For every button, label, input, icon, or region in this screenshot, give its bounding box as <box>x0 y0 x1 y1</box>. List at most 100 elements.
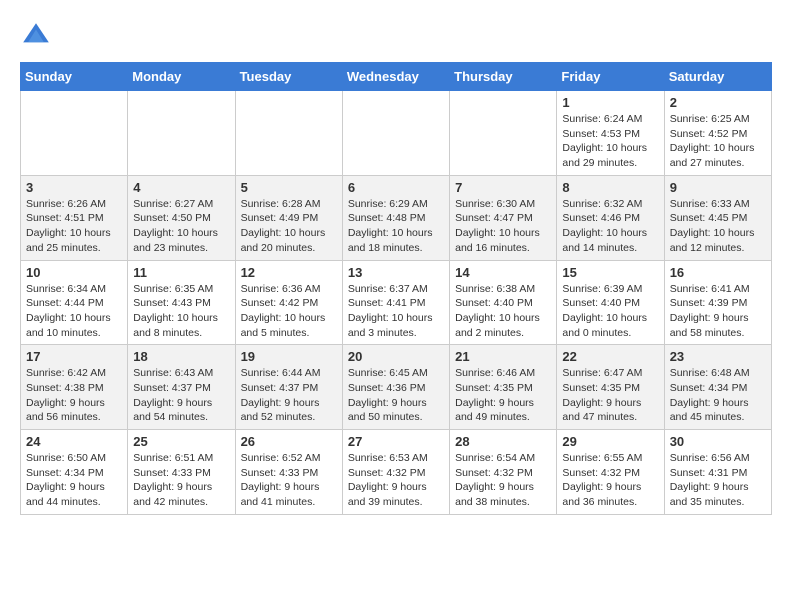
calendar-header-row: SundayMondayTuesdayWednesdayThursdayFrid… <box>21 63 772 91</box>
day-number: 4 <box>133 180 229 195</box>
day-number: 9 <box>670 180 766 195</box>
day-info: Sunrise: 6:50 AMSunset: 4:34 PMDaylight:… <box>26 451 122 510</box>
day-info: Sunrise: 6:34 AMSunset: 4:44 PMDaylight:… <box>26 282 122 341</box>
day-info: Sunrise: 6:47 AMSunset: 4:35 PMDaylight:… <box>562 366 658 425</box>
day-header-tuesday: Tuesday <box>235 63 342 91</box>
calendar-cell: 7 Sunrise: 6:30 AMSunset: 4:47 PMDaylight… <box>450 175 557 260</box>
calendar-week-5: 24 Sunrise: 6:50 AMSunset: 4:34 PMDayligh… <box>21 430 772 515</box>
logo <box>20 20 56 52</box>
day-header-sunday: Sunday <box>21 63 128 91</box>
day-info: Sunrise: 6:26 AMSunset: 4:51 PMDaylight:… <box>26 197 122 256</box>
day-info: Sunrise: 6:39 AMSunset: 4:40 PMDaylight:… <box>562 282 658 341</box>
day-number: 26 <box>241 434 337 449</box>
day-info: Sunrise: 6:43 AMSunset: 4:37 PMDaylight:… <box>133 366 229 425</box>
day-header-monday: Monday <box>128 63 235 91</box>
day-number: 12 <box>241 265 337 280</box>
day-number: 25 <box>133 434 229 449</box>
day-number: 22 <box>562 349 658 364</box>
day-header-thursday: Thursday <box>450 63 557 91</box>
day-number: 17 <box>26 349 122 364</box>
calendar-cell: 6 Sunrise: 6:29 AMSunset: 4:48 PMDaylight… <box>342 175 449 260</box>
day-number: 11 <box>133 265 229 280</box>
day-info: Sunrise: 6:42 AMSunset: 4:38 PMDaylight:… <box>26 366 122 425</box>
calendar-cell: 29Sunrise: 6:55 AMSunset: 4:32 PMDayligh… <box>557 430 664 515</box>
day-number: 28 <box>455 434 551 449</box>
calendar-cell: 12 Sunrise: 6:36 AMSunset: 4:42 PMDayligh… <box>235 260 342 345</box>
day-number: 3 <box>26 180 122 195</box>
day-number: 2 <box>670 95 766 110</box>
calendar-cell <box>342 91 449 176</box>
calendar-cell <box>235 91 342 176</box>
day-info: Sunrise: 6:36 AMSunset: 4:42 PMDaylight:… <box>241 282 337 341</box>
day-info: Sunrise: 6:30 AMSunset: 4:47 PMDaylight:… <box>455 197 551 256</box>
calendar-cell: 11 Sunrise: 6:35 AMSunset: 4:43 PMDayligh… <box>128 260 235 345</box>
calendar-table: SundayMondayTuesdayWednesdayThursdayFrid… <box>20 62 772 515</box>
calendar-cell: 26 Sunrise: 6:52 AMSunset: 4:33 PMDayligh… <box>235 430 342 515</box>
day-number: 13 <box>348 265 444 280</box>
day-number: 15 <box>562 265 658 280</box>
day-number: 24 <box>26 434 122 449</box>
calendar-cell <box>128 91 235 176</box>
calendar-week-1: 1Sunrise: 6:24 AMSunset: 4:53 PMDaylight… <box>21 91 772 176</box>
day-info: Sunrise: 6:51 AMSunset: 4:33 PMDaylight:… <box>133 451 229 510</box>
calendar-cell: 24 Sunrise: 6:50 AMSunset: 4:34 PMDayligh… <box>21 430 128 515</box>
day-info: Sunrise: 6:38 AMSunset: 4:40 PMDaylight:… <box>455 282 551 341</box>
day-number: 18 <box>133 349 229 364</box>
logo-icon <box>20 20 52 52</box>
day-number: 16 <box>670 265 766 280</box>
day-info: Sunrise: 6:33 AMSunset: 4:45 PMDaylight:… <box>670 197 766 256</box>
day-info: Sunrise: 6:48 AMSunset: 4:34 PMDaylight:… <box>670 366 766 425</box>
calendar-cell: 27Sunrise: 6:53 AMSunset: 4:32 PMDayligh… <box>342 430 449 515</box>
day-number: 19 <box>241 349 337 364</box>
day-info: Sunrise: 6:29 AMSunset: 4:48 PMDaylight:… <box>348 197 444 256</box>
calendar-cell: 2 Sunrise: 6:25 AMSunset: 4:52 PMDaylight… <box>664 91 771 176</box>
calendar-cell: 25 Sunrise: 6:51 AMSunset: 4:33 PMDayligh… <box>128 430 235 515</box>
day-info: Sunrise: 6:53 AMSunset: 4:32 PMDaylight:… <box>348 451 444 510</box>
day-number: 21 <box>455 349 551 364</box>
calendar-week-4: 17 Sunrise: 6:42 AMSunset: 4:38 PMDayligh… <box>21 345 772 430</box>
calendar-cell: 14 Sunrise: 6:38 AMSunset: 4:40 PMDayligh… <box>450 260 557 345</box>
day-number: 1 <box>562 95 658 110</box>
day-number: 14 <box>455 265 551 280</box>
calendar-cell <box>450 91 557 176</box>
calendar-cell: 20 Sunrise: 6:45 AMSunset: 4:36 PMDayligh… <box>342 345 449 430</box>
day-number: 23 <box>670 349 766 364</box>
calendar-cell: 3 Sunrise: 6:26 AMSunset: 4:51 PMDaylight… <box>21 175 128 260</box>
day-info: Sunrise: 6:46 AMSunset: 4:35 PMDaylight:… <box>455 366 551 425</box>
calendar-cell: 21 Sunrise: 6:46 AMSunset: 4:35 PMDayligh… <box>450 345 557 430</box>
day-number: 8 <box>562 180 658 195</box>
calendar-cell: 10 Sunrise: 6:34 AMSunset: 4:44 PMDayligh… <box>21 260 128 345</box>
day-header-saturday: Saturday <box>664 63 771 91</box>
calendar-cell: 23 Sunrise: 6:48 AMSunset: 4:34 PMDayligh… <box>664 345 771 430</box>
day-info: Sunrise: 6:52 AMSunset: 4:33 PMDaylight:… <box>241 451 337 510</box>
day-info: Sunrise: 6:45 AMSunset: 4:36 PMDaylight:… <box>348 366 444 425</box>
calendar-week-3: 10 Sunrise: 6:34 AMSunset: 4:44 PMDayligh… <box>21 260 772 345</box>
day-number: 10 <box>26 265 122 280</box>
calendar-cell: 19 Sunrise: 6:44 AMSunset: 4:37 PMDayligh… <box>235 345 342 430</box>
day-number: 20 <box>348 349 444 364</box>
day-info: Sunrise: 6:27 AMSunset: 4:50 PMDaylight:… <box>133 197 229 256</box>
day-info: Sunrise: 6:25 AMSunset: 4:52 PMDaylight:… <box>670 112 766 171</box>
calendar-cell: 8 Sunrise: 6:32 AMSunset: 4:46 PMDaylight… <box>557 175 664 260</box>
day-number: 7 <box>455 180 551 195</box>
calendar-cell <box>21 91 128 176</box>
day-info: Sunrise: 6:28 AMSunset: 4:49 PMDaylight:… <box>241 197 337 256</box>
day-number: 30 <box>670 434 766 449</box>
day-info: Sunrise: 6:56 AMSunset: 4:31 PMDaylight:… <box>670 451 766 510</box>
day-info: Sunrise: 6:41 AMSunset: 4:39 PMDaylight:… <box>670 282 766 341</box>
calendar-cell: 28 Sunrise: 6:54 AMSunset: 4:32 PMDayligh… <box>450 430 557 515</box>
day-info: Sunrise: 6:44 AMSunset: 4:37 PMDaylight:… <box>241 366 337 425</box>
day-info: Sunrise: 6:35 AMSunset: 4:43 PMDaylight:… <box>133 282 229 341</box>
calendar-cell: 4 Sunrise: 6:27 AMSunset: 4:50 PMDaylight… <box>128 175 235 260</box>
calendar-cell: 5 Sunrise: 6:28 AMSunset: 4:49 PMDaylight… <box>235 175 342 260</box>
day-number: 6 <box>348 180 444 195</box>
day-info: Sunrise: 6:54 AMSunset: 4:32 PMDaylight:… <box>455 451 551 510</box>
calendar-cell: 9 Sunrise: 6:33 AMSunset: 4:45 PMDaylight… <box>664 175 771 260</box>
calendar-cell: 1Sunrise: 6:24 AMSunset: 4:53 PMDaylight… <box>557 91 664 176</box>
day-info: Sunrise: 6:32 AMSunset: 4:46 PMDaylight:… <box>562 197 658 256</box>
day-number: 5 <box>241 180 337 195</box>
day-info: Sunrise: 6:37 AMSunset: 4:41 PMDaylight:… <box>348 282 444 341</box>
calendar-cell: 15 Sunrise: 6:39 AMSunset: 4:40 PMDayligh… <box>557 260 664 345</box>
calendar-cell: 13 Sunrise: 6:37 AMSunset: 4:41 PMDayligh… <box>342 260 449 345</box>
day-info: Sunrise: 6:55 AMSunset: 4:32 PMDaylight:… <box>562 451 658 510</box>
